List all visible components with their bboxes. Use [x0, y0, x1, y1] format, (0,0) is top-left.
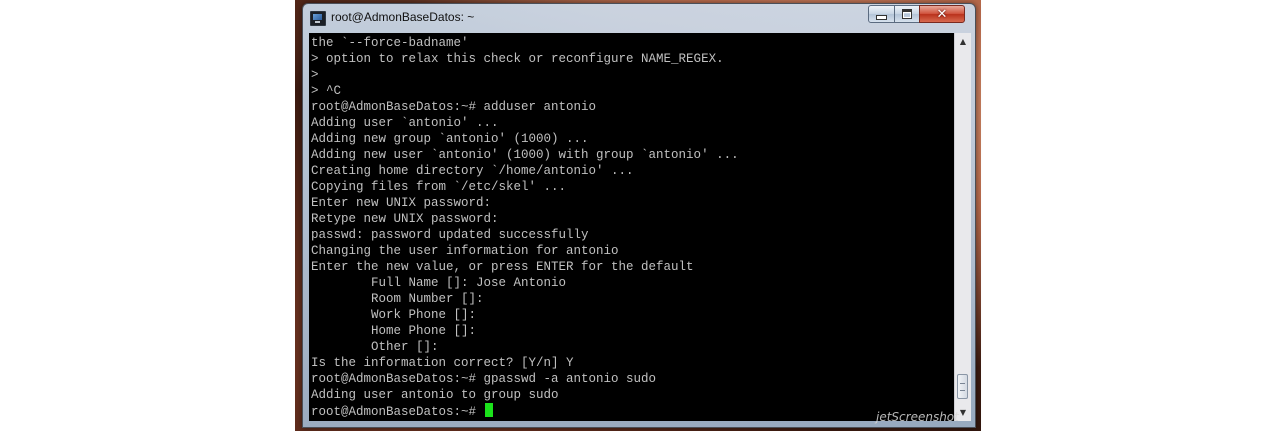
- minimize-button[interactable]: [868, 5, 895, 23]
- terminal-line: Home Phone []:: [311, 324, 477, 338]
- watermark: jetScreenshot: [876, 410, 959, 424]
- text-cursor: [484, 403, 493, 417]
- terminal-line: Other []:: [311, 340, 439, 354]
- terminal-line: Is the information correct? [Y/n] Y: [311, 356, 574, 370]
- scroll-up-arrow-icon[interactable]: ▲: [955, 33, 971, 50]
- minimize-icon: [876, 14, 887, 20]
- terminal-line: > option to relax this check or reconfig…: [311, 52, 724, 66]
- window-title: root@AdmonBaseDatos: ~: [331, 10, 475, 24]
- terminal-line: Adding new user `antonio' (1000) with gr…: [311, 148, 739, 162]
- terminal-line: Creating home directory `/home/antonio' …: [311, 164, 634, 178]
- terminal-line: Retype new UNIX password:: [311, 212, 499, 226]
- terminal-line: Copying files from `/etc/skel' ...: [311, 180, 567, 194]
- terminal-line: >: [311, 68, 319, 82]
- terminal-line: Full Name []: Jose Antonio: [311, 276, 567, 290]
- terminal-line: passwd: password updated successfully: [311, 228, 589, 242]
- terminal-line: Room Number []:: [311, 292, 484, 306]
- title-bar[interactable]: root@AdmonBaseDatos: ~ ✕: [303, 4, 975, 32]
- terminal-lines: the `--force-badname' > option to relax t…: [311, 35, 739, 419]
- terminal-line: Enter the new value, or press ENTER for …: [311, 260, 694, 274]
- terminal-line: Work Phone []:: [311, 308, 477, 322]
- terminal-line: Adding new group `antonio' (1000) ...: [311, 132, 589, 146]
- vertical-scrollbar[interactable]: ▲ ▼: [954, 33, 971, 421]
- terminal-line: root@AdmonBaseDatos:~# adduser antonio: [311, 100, 597, 114]
- terminal-line: Enter new UNIX password:: [311, 196, 492, 210]
- terminal-line: > ^C: [311, 84, 342, 98]
- terminal-line: Changing the user information for antoni…: [311, 244, 619, 258]
- maximize-button[interactable]: [894, 5, 920, 23]
- terminal-prompt-line[interactable]: root@AdmonBaseDatos:~#: [311, 403, 739, 419]
- terminal-line: Adding user `antonio' ...: [311, 116, 499, 130]
- terminal-line: Adding user antonio to group sudo: [311, 388, 559, 402]
- terminal-window[interactable]: root@AdmonBaseDatos: ~ ✕ the `--force-ba…: [302, 3, 976, 428]
- close-icon: ✕: [936, 6, 948, 22]
- scrollbar-thumb[interactable]: [957, 374, 968, 399]
- terminal-line: root@AdmonBaseDatos:~# gpasswd -a antoni…: [311, 372, 657, 386]
- shell-prompt: root@AdmonBaseDatos:~#: [311, 405, 484, 419]
- terminal-output[interactable]: the `--force-badname' > option to relax t…: [309, 33, 954, 421]
- terminal-line: the `--force-badname': [311, 36, 469, 50]
- putty-terminal-icon[interactable]: [310, 11, 326, 26]
- maximize-icon: [902, 9, 912, 19]
- close-button[interactable]: ✕: [919, 5, 965, 23]
